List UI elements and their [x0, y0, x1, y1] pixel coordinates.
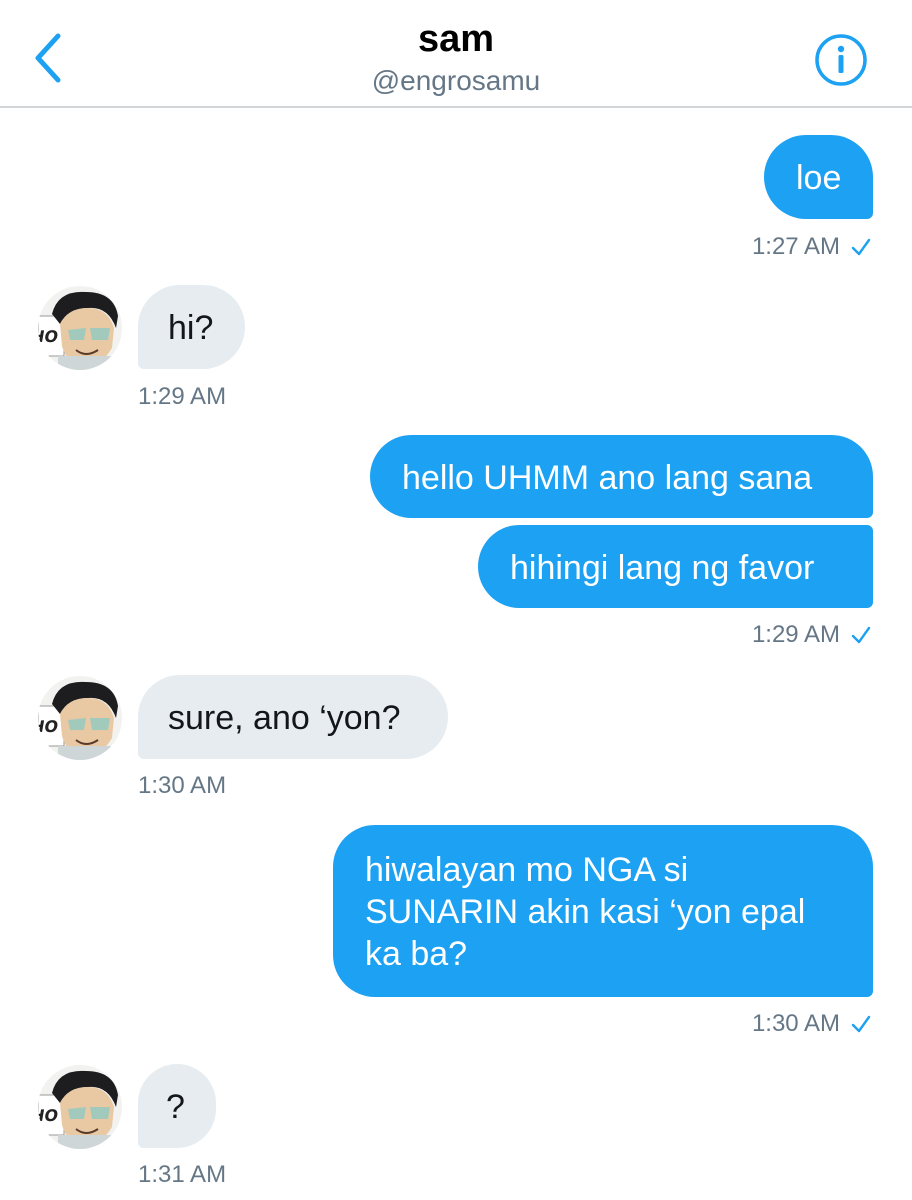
message-time: 1:30 AM: [138, 772, 227, 799]
avatar-image: HO: [38, 1065, 122, 1149]
check-icon: [851, 626, 871, 644]
message-text-line: ka ba?: [365, 935, 468, 973]
svg-text:HO: HO: [38, 327, 60, 346]
avatar-image: HO: [38, 676, 122, 760]
message-text: hello UHMM ano lang sana: [402, 459, 813, 497]
avatar[interactable]: HO: [38, 676, 122, 760]
message-text-line: hiwalayan mo NGA si: [365, 851, 689, 889]
outgoing-message-bubble[interactable]: loe: [764, 135, 873, 219]
outgoing-message-bubble[interactable]: hello UHMM ano lang sana: [370, 435, 873, 518]
incoming-message-bubble[interactable]: hi?: [138, 285, 245, 369]
message-time: 1:27 AM: [751, 233, 840, 260]
avatar[interactable]: HO: [38, 286, 122, 370]
conversation-handle: @engrosamu: [371, 65, 541, 96]
message-text: sure, ano ‘yon?: [168, 699, 401, 737]
message-time: 1:29 AM: [138, 383, 227, 410]
incoming-message-bubble[interactable]: ?: [138, 1064, 216, 1148]
svg-text:HO: HO: [38, 1106, 60, 1125]
outgoing-message-bubble[interactable]: hihingi lang ng favor: [478, 525, 873, 608]
outgoing-message-bubble[interactable]: hiwalayan mo NGA si SUNARIN akin kasi ‘y…: [333, 825, 873, 997]
incoming-message-bubble[interactable]: sure, ano ‘yon?: [138, 675, 448, 759]
message-time: 1:31 AM: [138, 1161, 227, 1188]
check-icon: [851, 238, 871, 256]
message-meta: 1:27 AM: [752, 232, 872, 262]
svg-text:HO: HO: [38, 717, 60, 736]
avatar-image: HO: [38, 286, 122, 370]
check-icon: [851, 1015, 871, 1033]
info-button[interactable]: [814, 33, 868, 87]
message-meta: 1:29 AM: [752, 620, 872, 650]
message-meta: 1:30 AM: [752, 1009, 872, 1039]
conversation-header: sam @engrosamu: [0, 0, 912, 108]
message-text: hi?: [168, 309, 214, 347]
conversation-title: sam: [417, 18, 495, 60]
info-icon: [815, 34, 867, 86]
avatar[interactable]: HO: [38, 1065, 122, 1149]
message-text: ?: [166, 1088, 185, 1126]
message-time: 1:30 AM: [751, 1010, 840, 1037]
message-text-line: SUNARIN akin kasi ‘yon epal: [365, 893, 806, 931]
message-time: 1:29 AM: [751, 621, 840, 648]
message-text: hihingi lang ng favor: [510, 549, 815, 587]
message-text: loe: [796, 159, 842, 197]
